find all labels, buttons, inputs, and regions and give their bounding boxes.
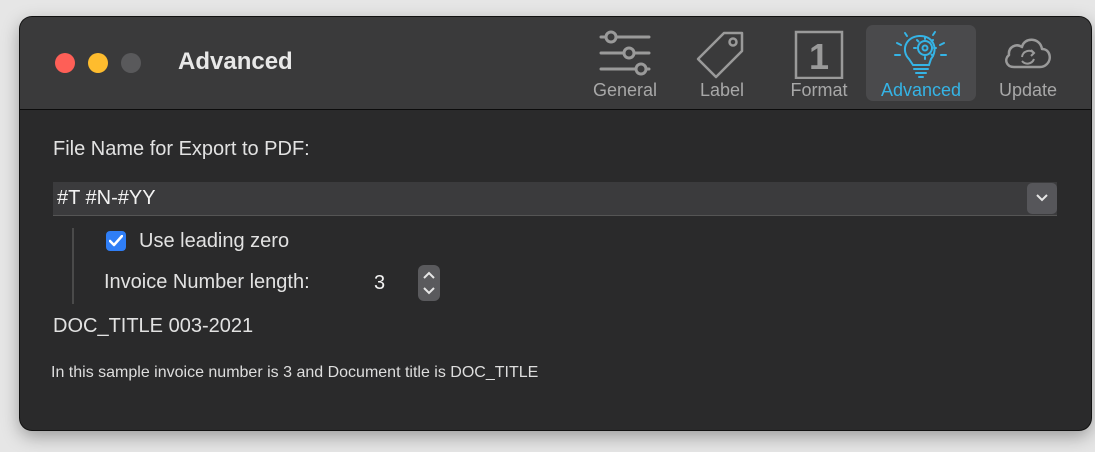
number-length-label: Invoice Number length: bbox=[104, 271, 310, 293]
export-filename-dropdown-button[interactable] bbox=[1027, 183, 1057, 214]
export-filename-input[interactable]: #T #N-#YY bbox=[57, 187, 156, 210]
zoom-window-button[interactable] bbox=[121, 53, 141, 73]
tab-update-label: Update bbox=[998, 80, 1058, 100]
filename-preview: DOC_TITLE 003-2021 bbox=[53, 315, 254, 337]
number-length-stepper[interactable] bbox=[418, 265, 440, 301]
tag-icon bbox=[696, 31, 744, 79]
close-window-button[interactable] bbox=[55, 53, 75, 73]
window-title: Advanced bbox=[178, 48, 293, 75]
tab-label-label: Label bbox=[699, 80, 745, 100]
tab-advanced-label: Advanced bbox=[880, 80, 962, 100]
preferences-window: Advanced General Label 1 Format Advanced… bbox=[20, 17, 1091, 430]
sliders-icon bbox=[599, 30, 651, 76]
export-filename-combobox[interactable]: #T #N-#YY bbox=[53, 182, 1057, 216]
format-glyph: 1 bbox=[809, 36, 829, 77]
tab-format-label: Format bbox=[790, 80, 848, 100]
checkmark-icon bbox=[109, 235, 123, 247]
advanced-pane: File Name for Export to PDF: #T #N-#YY U… bbox=[20, 110, 1091, 430]
cloud-sync-icon bbox=[1005, 38, 1051, 69]
chevron-up-icon[interactable] bbox=[423, 271, 435, 279]
tab-advanced[interactable]: Advanced bbox=[866, 25, 976, 101]
number-length-value[interactable]: 3 bbox=[374, 272, 385, 295]
tab-label[interactable]: Label bbox=[667, 25, 777, 101]
sample-note: In this sample invoice number is 3 and D… bbox=[51, 364, 539, 381]
leading-zero-checkbox[interactable] bbox=[106, 231, 126, 251]
number-one-icon: 1 bbox=[794, 30, 844, 79]
lightbulb-gear-icon bbox=[894, 31, 947, 78]
tab-format[interactable]: 1 Format bbox=[764, 25, 874, 101]
export-filename-label: File Name for Export to PDF: bbox=[53, 138, 310, 160]
tab-general-label: General bbox=[592, 80, 658, 100]
minimize-window-button[interactable] bbox=[88, 53, 108, 73]
tab-update[interactable]: Update bbox=[973, 25, 1083, 101]
chevron-down-icon[interactable] bbox=[423, 287, 435, 295]
titlebar: Advanced General Label 1 Format Advanced… bbox=[20, 17, 1091, 110]
leading-zero-label[interactable]: Use leading zero bbox=[139, 230, 289, 253]
chevron-down-icon bbox=[1036, 194, 1048, 202]
group-divider bbox=[72, 228, 74, 304]
tab-general[interactable]: General bbox=[570, 25, 680, 101]
